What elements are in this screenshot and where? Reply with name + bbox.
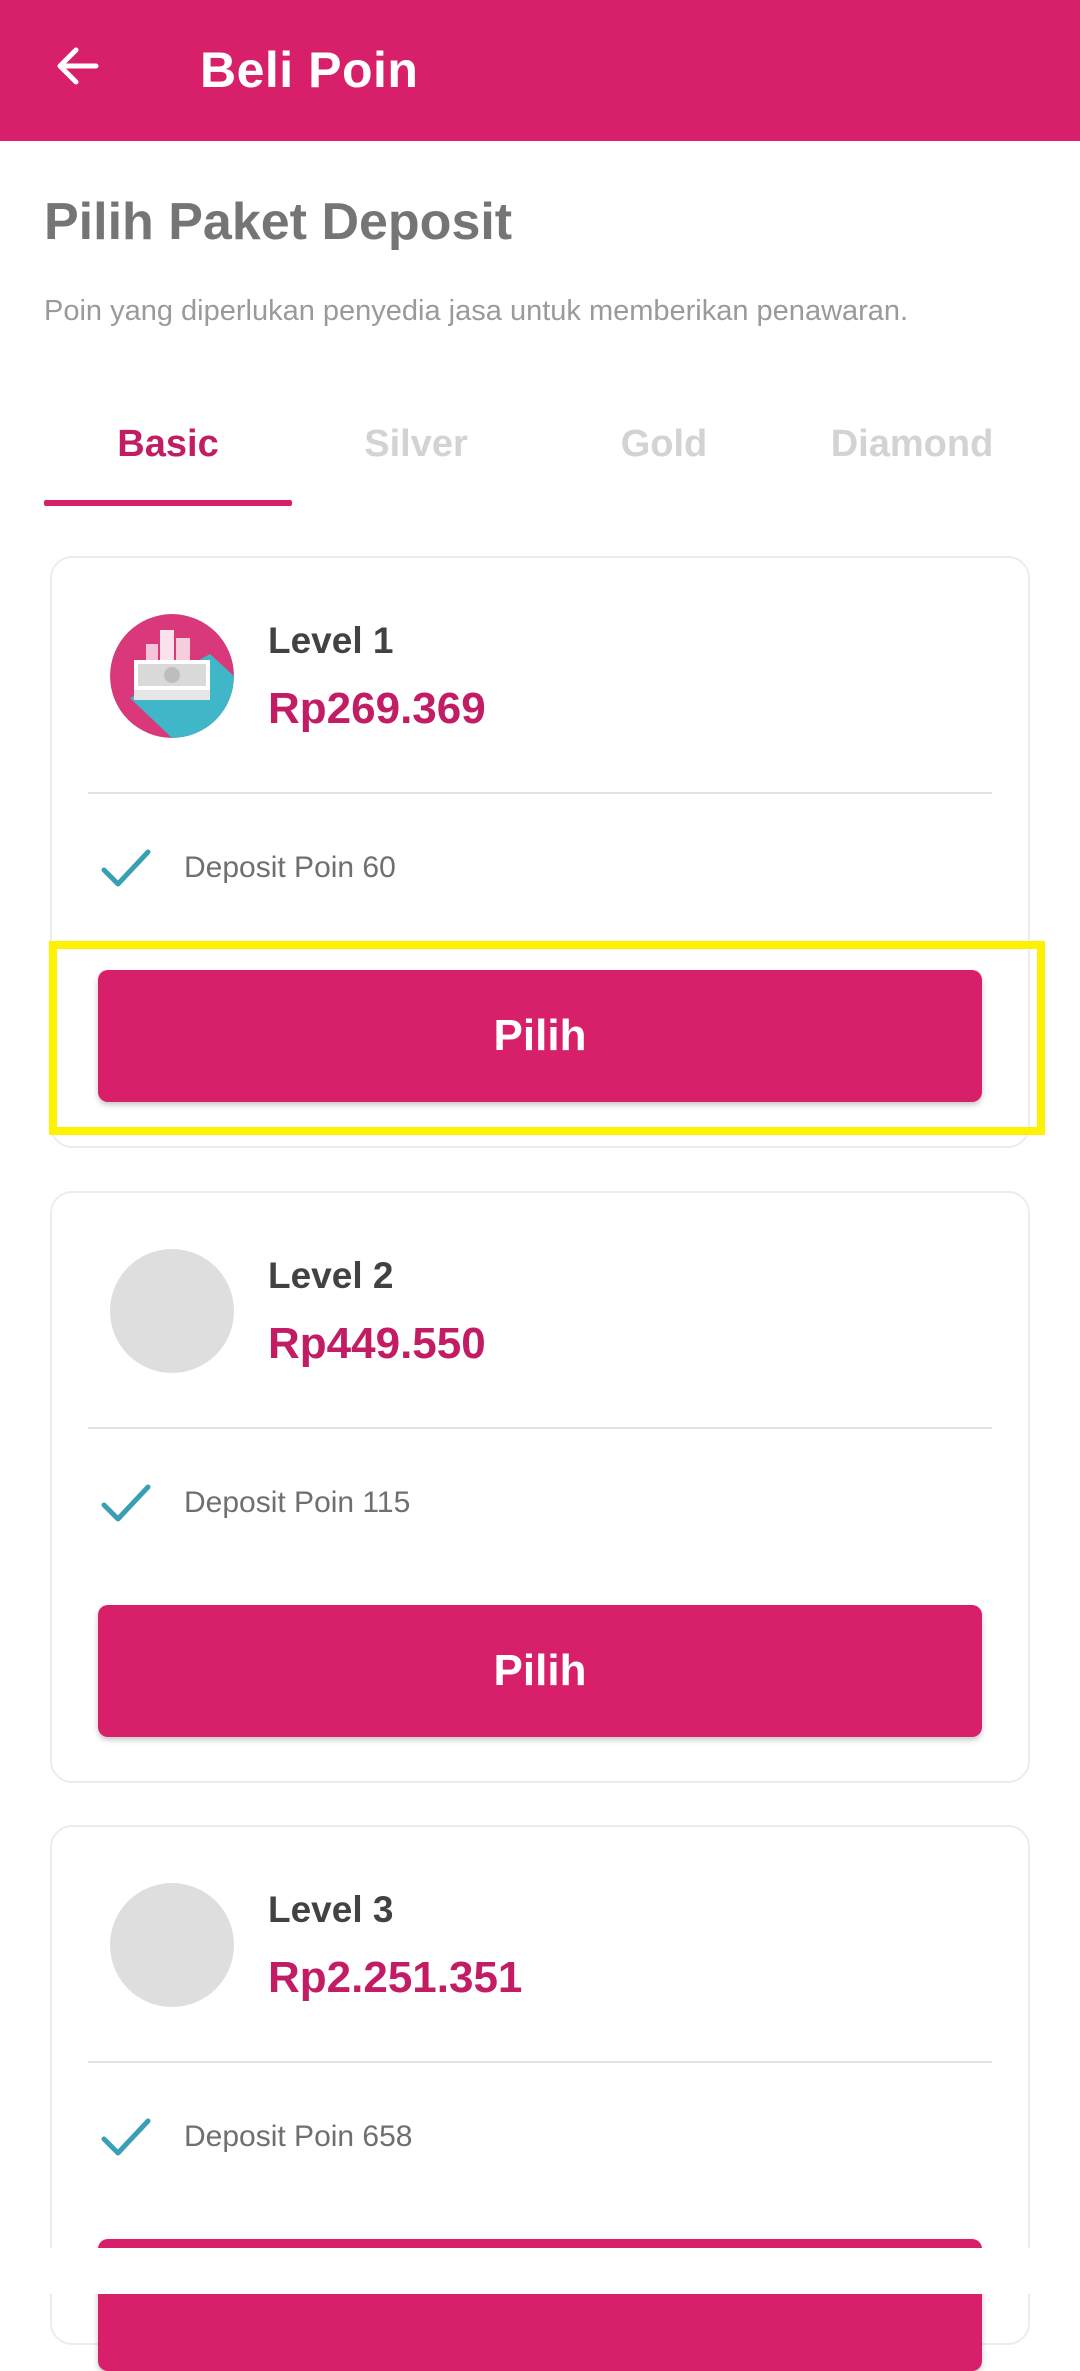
package-price: Rp449.550	[268, 1319, 486, 1368]
tab-basic[interactable]: Basic	[44, 395, 292, 510]
feature-item: Deposit Poin 658	[96, 2107, 413, 2167]
select-button-level-1[interactable]: Pilih	[98, 970, 982, 1102]
tab-silver[interactable]: Silver	[292, 395, 540, 510]
tab-gold[interactable]: Gold	[540, 395, 788, 510]
back-button[interactable]	[52, 42, 104, 94]
page-description: Poin yang diperlukan penyedia jasa untuk…	[44, 295, 909, 327]
package-level: Level 2	[268, 1255, 394, 1296]
tier-tabs: Basic Silver Gold Diamond	[44, 395, 1036, 510]
package-card-level-2: Level 2 Rp449.550 Deposit Poin 115 Pilih	[50, 1191, 1030, 1783]
divider	[88, 2061, 992, 2063]
package-level: Level 3	[268, 1889, 394, 1930]
check-icon	[96, 2107, 156, 2167]
package-price: Rp2.251.351	[268, 1953, 523, 2002]
check-icon	[96, 838, 156, 898]
package-level: Level 1	[268, 620, 394, 661]
package-image-placeholder	[110, 1883, 234, 2007]
money-building-icon	[110, 614, 234, 738]
check-icon	[96, 1473, 156, 1533]
package-card-level-1: Level 1 Rp269.369 Deposit Poin 60 Pilih	[50, 556, 1030, 1148]
arrow-left-icon	[54, 42, 102, 95]
feature-text: Deposit Poin 60	[184, 851, 396, 884]
feature-item: Deposit Poin 60	[96, 838, 396, 898]
divider	[88, 792, 992, 794]
package-price: Rp269.369	[268, 684, 486, 733]
app-bar-title: Beli Poin	[200, 42, 419, 98]
page-title: Pilih Paket Deposit	[44, 193, 513, 251]
package-image-placeholder	[110, 1249, 234, 1373]
tab-diamond[interactable]: Diamond	[788, 395, 1036, 510]
select-button-level-2[interactable]: Pilih	[98, 1605, 982, 1737]
bottom-edge	[0, 2248, 1080, 2294]
app-bar: Beli Poin	[0, 0, 1080, 141]
feature-text: Deposit Poin 115	[184, 1486, 411, 1519]
divider	[88, 1427, 992, 1429]
feature-text: Deposit Poin 658	[184, 2120, 413, 2153]
feature-item: Deposit Poin 115	[96, 1473, 410, 1533]
